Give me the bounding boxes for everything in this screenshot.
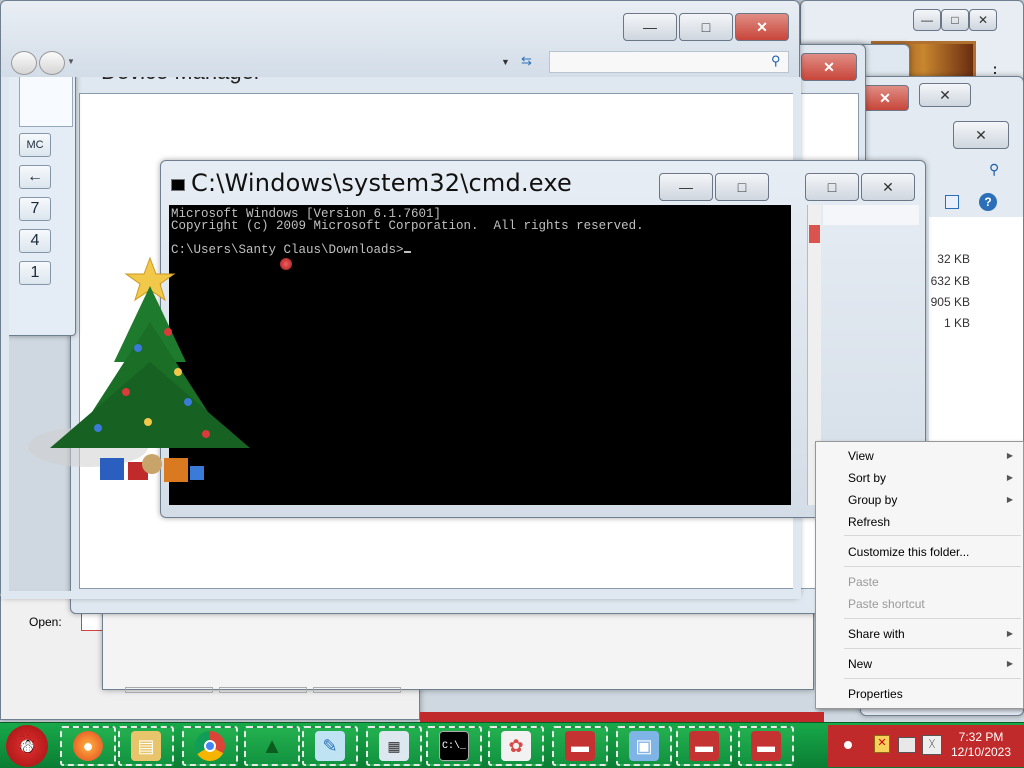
cmd-line-copyright: Copyright (c) 2009 Microsoft Corporation… xyxy=(171,219,644,233)
taskbar-notepad[interactable]: ✎ xyxy=(302,726,358,766)
christmas-tree-icon xyxy=(28,256,250,482)
christmas-tree-icon: ▲ xyxy=(261,733,283,758)
cmd-console[interactable]: Microsoft Windows [Version 6.1.7601] Cop… xyxy=(169,205,791,505)
toolbox-icon: ▬ xyxy=(751,731,781,761)
notepad-icon: ✎ xyxy=(315,731,345,761)
firefox-icon: ● xyxy=(73,731,103,761)
file-size: 632 KB xyxy=(930,274,970,288)
system-clock[interactable]: 7:32 PM 12/10/2023 xyxy=(946,730,1016,760)
run-open-input[interactable] xyxy=(81,613,103,631)
file-explorer-icon: ▤ xyxy=(131,731,161,761)
paint-icon: ✿ xyxy=(501,731,531,761)
submenu-arrow-icon: ▶ xyxy=(1006,451,1013,460)
menu-item-paste-shortcut: Paste shortcut xyxy=(848,597,925,611)
menu-item-share-with[interactable]: Share with xyxy=(848,627,905,641)
taskbar-firefox[interactable]: ● xyxy=(60,726,116,766)
cmd-restore-button[interactable]: □ xyxy=(805,173,859,201)
refresh-icon[interactable]: ⇆ xyxy=(521,53,532,69)
file-list-pane xyxy=(929,217,1023,443)
search-icon[interactable]: ⚲ xyxy=(771,53,781,69)
red-ornament-icon xyxy=(280,258,292,270)
cmd-app-icon xyxy=(171,179,185,191)
address-dropdown-icon[interactable]: ▼ xyxy=(501,57,510,67)
menu-separator xyxy=(844,535,1021,536)
run-open-label: Open: xyxy=(29,615,62,629)
forward-button[interactable] xyxy=(39,51,65,75)
minimize-button[interactable]: — xyxy=(623,13,677,41)
search-box[interactable] xyxy=(549,51,789,73)
menu-item-refresh[interactable]: Refresh xyxy=(848,515,890,529)
language-icon[interactable]: ᚷ xyxy=(922,735,942,755)
desktop-wallpaper-strip xyxy=(420,712,824,722)
taskbar-cmd[interactable]: C:\_ xyxy=(426,726,482,766)
close-button[interactable]: ✕ xyxy=(735,13,789,41)
menu-item-group-by[interactable]: Group by xyxy=(848,493,897,507)
cmd-maximize-button[interactable]: □ xyxy=(715,173,769,201)
menu-separator xyxy=(844,678,1021,679)
santa-start-icon: ☃ xyxy=(18,735,36,758)
taskbar-paint[interactable]: ✿ xyxy=(488,726,544,766)
show-hidden-icons-icon[interactable] xyxy=(844,741,852,749)
front-explorer-body-bottom xyxy=(1,591,801,599)
taskbar-control-panel[interactable]: ▣ xyxy=(616,726,672,766)
submenu-arrow-icon: ▶ xyxy=(1006,473,1013,482)
help-icon[interactable]: ? xyxy=(979,193,997,211)
files-close-button-c[interactable]: ✕ xyxy=(953,121,1009,149)
taskbar-toolbox-3[interactable]: ▬ xyxy=(738,726,794,766)
taskbar-toolbox-1[interactable]: ▬ xyxy=(552,726,608,766)
menu-item-paste: Paste xyxy=(848,575,879,589)
search-icon[interactable]: ⚲ xyxy=(989,161,999,178)
menu-separator xyxy=(844,566,1021,567)
device-manager-close-button[interactable]: ✕ xyxy=(801,53,857,81)
start-button[interactable]: ☃ xyxy=(6,725,48,767)
recent-pages-arrow-icon[interactable]: ▼ xyxy=(67,57,75,66)
menu-separator xyxy=(844,648,1021,649)
files-close-button-b[interactable]: ✕ xyxy=(919,83,971,107)
cmd-close-button[interactable]: ✕ xyxy=(861,173,915,201)
menu-separator xyxy=(844,618,1021,619)
network-icon[interactable] xyxy=(898,737,916,753)
front-explorer-body-left xyxy=(1,77,9,599)
preview-pane-icon[interactable] xyxy=(945,195,959,209)
calculator-icon: ▦ xyxy=(379,731,409,761)
control-panel-icon: ▣ xyxy=(629,731,659,761)
taskbar-toolbox-2[interactable]: ▬ xyxy=(676,726,732,766)
file-size: 905 KB xyxy=(930,295,970,309)
back-button[interactable] xyxy=(11,51,37,75)
taskbar-calculator[interactable]: ▦ xyxy=(366,726,422,766)
taskbar-file-explorer[interactable]: ▤ xyxy=(118,726,174,766)
context-menu: View ▶ Sort by ▶ Group by ▶ Refresh Cust… xyxy=(815,441,1024,709)
cmd-cursor xyxy=(403,251,411,253)
maximize-button[interactable]: □ xyxy=(679,13,733,41)
toolbox-icon: ▬ xyxy=(689,731,719,761)
cmd-background-strip xyxy=(823,205,919,225)
cmd-icon: C:\_ xyxy=(439,731,469,761)
taskbar: ☃ ● ▤ ▲ ✎ ▦ C:\_ ✿ ▬ ▣ ▬ ▬ ✕ ᚷ xyxy=(0,722,1024,768)
cmd-scroll-thumb[interactable] xyxy=(809,225,820,243)
menu-item-customize-folder[interactable]: Customize this folder... xyxy=(848,545,969,559)
menu-item-properties[interactable]: Properties xyxy=(848,687,903,701)
clock-time: 7:32 PM xyxy=(958,730,1004,744)
cmd-minimize-button[interactable]: — xyxy=(659,173,713,201)
explorer-maximize-button[interactable]: □ xyxy=(941,9,969,31)
cmd-window: C:\Windows\system32\cmd.exe — □ □ ✕ Micr… xyxy=(160,160,926,518)
action-center-icon[interactable]: ✕ xyxy=(874,735,890,753)
toolbox-icon: ▬ xyxy=(565,731,595,761)
file-size: 32 KB xyxy=(937,252,970,266)
submenu-arrow-icon: ▶ xyxy=(1006,659,1013,668)
files-close-button-a[interactable]: ✕ xyxy=(861,85,909,111)
clock-date: 12/10/2023 xyxy=(950,745,1012,759)
taskbar-chrome[interactable] xyxy=(182,726,238,766)
cmd-window-title: C:\Windows\system32\cmd.exe xyxy=(191,169,572,197)
menu-item-view[interactable]: View xyxy=(848,449,874,463)
explorer-minimize-button[interactable]: — xyxy=(913,9,941,31)
submenu-arrow-icon: ▶ xyxy=(1006,495,1013,504)
file-size: 1 KB xyxy=(943,316,970,330)
explorer-close-button[interactable]: ✕ xyxy=(969,9,997,31)
submenu-arrow-icon: ▶ xyxy=(1006,629,1013,638)
menu-item-new[interactable]: New xyxy=(848,657,872,671)
menu-item-sort-by[interactable]: Sort by xyxy=(848,471,886,485)
taskbar-christmas-tree[interactable]: ▲ xyxy=(244,726,300,766)
chrome-icon xyxy=(195,731,225,761)
